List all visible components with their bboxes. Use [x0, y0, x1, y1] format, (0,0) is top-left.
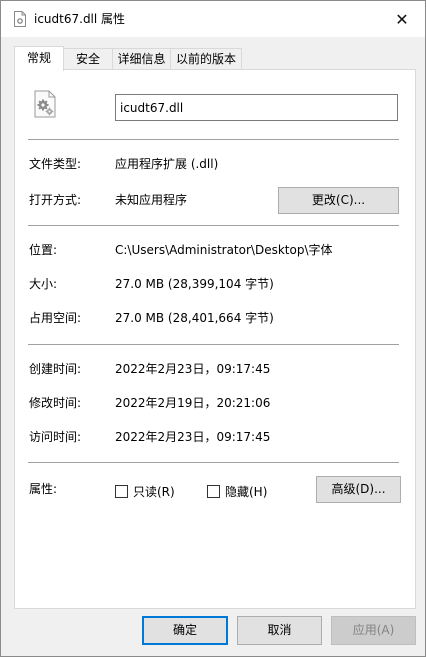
- accessed-value: 2022年2月23日，09:17:45: [115, 430, 271, 444]
- apply-button: 应用(A): [331, 616, 416, 645]
- opens-with-value: 未知应用程序: [115, 193, 188, 207]
- advanced-button[interactable]: 高级(D)...: [316, 476, 401, 503]
- file-type-label: 文件类型:: [29, 157, 82, 171]
- created-label: 创建时间:: [29, 362, 82, 376]
- size-value: 27.0 MB (28,399,104 字节): [115, 277, 274, 291]
- tab-previous-versions[interactable]: 以前的版本: [170, 48, 242, 70]
- divider: [28, 344, 399, 345]
- readonly-label: 只读(R): [133, 485, 175, 499]
- dll-settings-icon: [34, 90, 56, 118]
- size-label: 大小:: [29, 277, 58, 291]
- close-icon: ✕: [395, 9, 409, 29]
- size-on-disk-value: 27.0 MB (28,401,664 字节): [115, 311, 274, 325]
- properties-dialog: icudt67.dll 属性 ✕ 常规 安全 详细信息 以前的版本 icudt6…: [0, 0, 426, 657]
- accessed-label: 访问时间:: [29, 430, 82, 444]
- modified-label: 修改时间:: [29, 396, 82, 410]
- tab-general[interactable]: 常规: [14, 46, 64, 71]
- window-title: icudt67.dll 属性: [34, 12, 126, 26]
- hidden-label: 隐藏(H): [225, 485, 268, 499]
- tab-security[interactable]: 安全: [63, 48, 113, 70]
- opens-with-label: 打开方式:: [29, 193, 82, 207]
- file-name-field[interactable]: [115, 94, 398, 121]
- location-value: C:\Users\Administrator\Desktop\字体: [115, 243, 333, 257]
- file-type-value: 应用程序扩展 (.dll): [115, 157, 219, 171]
- location-label: 位置:: [29, 243, 58, 257]
- title-bar: icudt67.dll 属性 ✕: [1, 1, 425, 37]
- divider: [28, 462, 399, 463]
- hidden-checkbox-box[interactable]: [207, 485, 220, 498]
- hidden-checkbox[interactable]: 隐藏(H): [207, 483, 267, 500]
- divider: [28, 139, 399, 140]
- tab-details[interactable]: 详细信息: [112, 48, 171, 70]
- attributes-label: 属性:: [29, 482, 58, 496]
- size-on-disk-label: 占用空间:: [29, 311, 82, 325]
- divider: [28, 225, 399, 226]
- ok-button[interactable]: 确定: [142, 616, 228, 645]
- readonly-checkbox-box[interactable]: [115, 485, 128, 498]
- change-button[interactable]: 更改(C)...: [278, 187, 399, 214]
- modified-value: 2022年2月19日，20:21:06: [115, 396, 271, 410]
- created-value: 2022年2月23日，09:17:45: [115, 362, 271, 376]
- general-tab-panel: 文件类型: 应用程序扩展 (.dll) 打开方式: 未知应用程序 更改(C)..…: [14, 69, 416, 609]
- close-button[interactable]: ✕: [379, 1, 425, 37]
- readonly-checkbox[interactable]: 只读(R): [115, 483, 175, 500]
- cancel-button[interactable]: 取消: [237, 616, 322, 645]
- file-icon: [14, 11, 26, 27]
